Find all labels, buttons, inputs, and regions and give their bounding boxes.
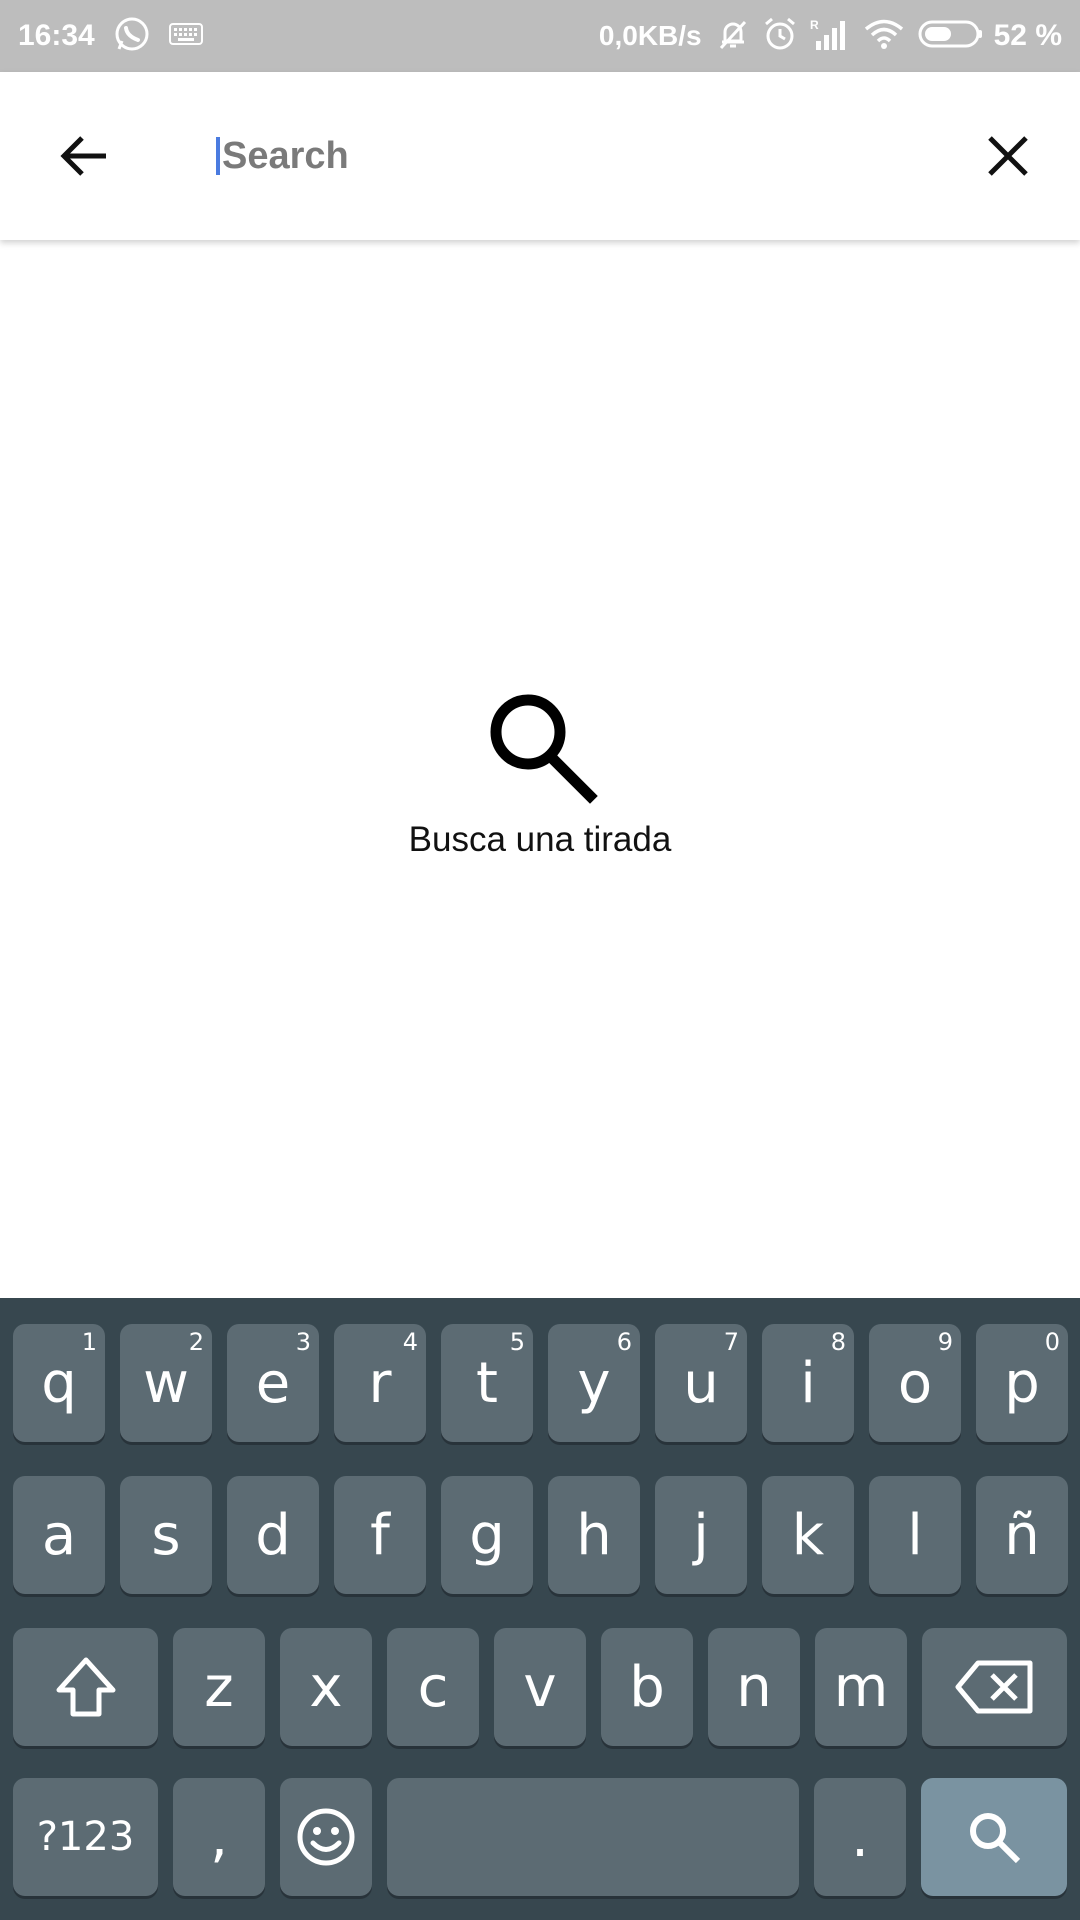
- key-p[interactable]: p 0: [976, 1324, 1068, 1442]
- backspace-icon: [955, 1660, 1032, 1714]
- bell-off-icon: [716, 17, 750, 56]
- battery-percent: 52 %: [993, 19, 1062, 52]
- key-x[interactable]: x: [280, 1628, 372, 1746]
- battery-icon: [918, 19, 984, 54]
- keyboard-icon: [168, 22, 203, 50]
- search-action-key[interactable]: [921, 1778, 1067, 1896]
- status-time: 16:34: [18, 19, 95, 52]
- key-z[interactable]: z: [173, 1628, 265, 1746]
- key-n[interactable]: n: [708, 1628, 800, 1746]
- status-bar: 16:34 0,0KB/s R 52 %: [0, 0, 1080, 72]
- close-icon: [988, 136, 1028, 176]
- arrow-back-icon: [60, 136, 106, 176]
- network-speed: 0,0KB/s: [598, 20, 702, 51]
- shift-key[interactable]: [13, 1628, 158, 1746]
- backspace-key[interactable]: [922, 1628, 1067, 1746]
- key-d[interactable]: d: [227, 1476, 319, 1594]
- clear-button[interactable]: [982, 130, 1034, 182]
- key-f[interactable]: f: [334, 1476, 426, 1594]
- key-g[interactable]: g: [441, 1476, 533, 1594]
- key-v[interactable]: v: [494, 1628, 586, 1746]
- key-t[interactable]: t 5: [441, 1324, 533, 1442]
- key-e[interactable]: e 3: [227, 1324, 319, 1442]
- back-button[interactable]: [54, 126, 114, 186]
- alarm-icon: [762, 16, 798, 57]
- signal-icon: R: [810, 17, 850, 56]
- key-k[interactable]: k: [762, 1476, 854, 1594]
- text-cursor: [216, 137, 220, 175]
- key-w[interactable]: w 2: [120, 1324, 212, 1442]
- period-key[interactable]: .: [814, 1778, 906, 1896]
- search-icon: [490, 694, 598, 804]
- key-b[interactable]: b: [601, 1628, 693, 1746]
- key-n-tilde[interactable]: ñ: [976, 1476, 1068, 1594]
- key-l[interactable]: l: [869, 1476, 961, 1594]
- comma-key[interactable]: ,: [173, 1778, 265, 1896]
- key-r[interactable]: r 4: [334, 1324, 426, 1442]
- key-m[interactable]: m: [815, 1628, 907, 1746]
- key-y[interactable]: y 6: [548, 1324, 640, 1442]
- whatsapp-icon: [113, 15, 151, 58]
- emoji-key[interactable]: [280, 1778, 372, 1896]
- search-header: [0, 72, 1080, 240]
- shift-icon: [56, 1657, 115, 1717]
- space-key[interactable]: [387, 1778, 799, 1896]
- keyboard-search-icon: [970, 1813, 1021, 1864]
- key-a[interactable]: a: [13, 1476, 105, 1594]
- key-o[interactable]: o 9: [869, 1324, 961, 1442]
- symbols-key[interactable]: ?123: [13, 1778, 158, 1896]
- key-c[interactable]: c: [387, 1628, 479, 1746]
- key-j[interactable]: j: [655, 1476, 747, 1594]
- emoji-icon: [297, 1808, 355, 1866]
- svg-text:R: R: [810, 18, 819, 32]
- empty-state-message: Busca una tirada: [408, 820, 672, 859]
- key-q[interactable]: q 1: [13, 1324, 105, 1442]
- key-s[interactable]: s: [120, 1476, 212, 1594]
- key-u[interactable]: u 7: [655, 1324, 747, 1442]
- key-h[interactable]: h: [548, 1476, 640, 1594]
- wifi-icon: [864, 18, 904, 55]
- key-i[interactable]: i 8: [762, 1324, 854, 1442]
- search-field[interactable]: [216, 116, 936, 196]
- search-input[interactable]: [222, 134, 902, 178]
- on-screen-keyboard: q 1 w 2 e 3 r 4 t 5 y 6 u 7 i 8 o 9 p 0 …: [0, 1298, 1080, 1920]
